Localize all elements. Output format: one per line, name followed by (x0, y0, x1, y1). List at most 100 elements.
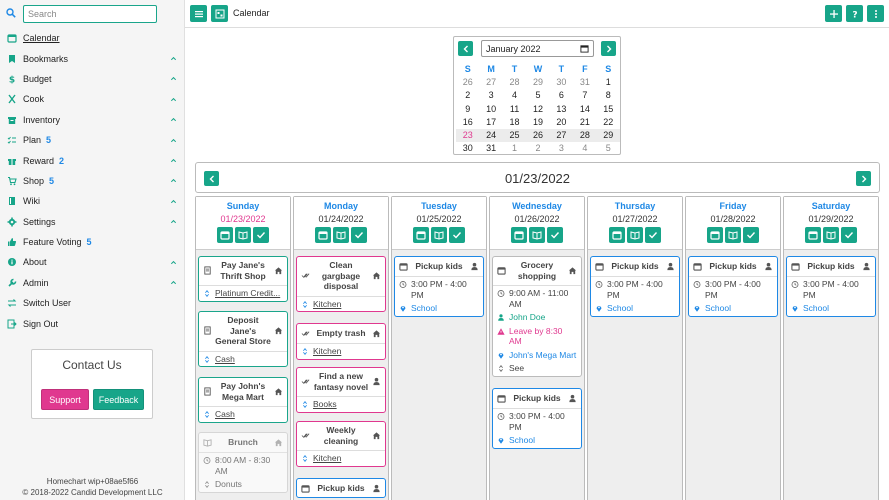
day-cell[interactable]: 24 (479, 129, 502, 142)
day-cell[interactable]: 27 (550, 129, 573, 142)
day-cell[interactable]: 22 (597, 116, 620, 129)
add-meal-button[interactable] (333, 227, 349, 243)
day-cell[interactable]: 14 (573, 103, 596, 116)
day-cell[interactable]: 5 (526, 89, 549, 102)
chevron-up-icon[interactable] (170, 259, 177, 266)
add-event-button[interactable] (217, 227, 233, 243)
day-cell[interactable]: 31 (479, 142, 502, 155)
event-detail[interactable]: Kitchen (313, 453, 341, 464)
day-name[interactable]: Sunday (196, 197, 290, 211)
sidebar-item-budget[interactable]: $ Budget (0, 69, 185, 89)
day-cell[interactable]: 2 (526, 142, 549, 155)
day-cell[interactable]: 7 (573, 89, 596, 102)
day-cell[interactable]: 19 (526, 116, 549, 129)
event-card[interactable]: Pickup kids 3:00 PM - 4:00 PM School (492, 388, 582, 449)
day-cell[interactable]: 11 (503, 103, 526, 116)
add-event-button[interactable] (707, 227, 723, 243)
day-name[interactable]: Tuesday (392, 197, 486, 211)
day-cell[interactable]: 2 (456, 89, 479, 102)
day-cell[interactable]: 31 (573, 76, 596, 89)
day-cell[interactable]: 16 (456, 116, 479, 129)
day-cell[interactable]: 25 (503, 129, 526, 142)
event-detail[interactable]: Cash (215, 354, 235, 365)
day-cell[interactable]: 18 (503, 116, 526, 129)
event-card[interactable]: Pay Jane's Thrift Shop Platinum Credit... (198, 256, 288, 302)
chevron-up-icon[interactable] (170, 137, 177, 144)
feedback-button[interactable]: Feedback (93, 389, 144, 410)
day-cell[interactable]: 15 (597, 103, 620, 116)
day-name[interactable]: Friday (686, 197, 780, 211)
day-cell[interactable]: 26 (526, 129, 549, 142)
chevron-up-icon[interactable] (170, 177, 177, 184)
sidebar-item-inventory[interactable]: Inventory (0, 110, 185, 130)
event-detail[interactable]: Cash (215, 409, 235, 420)
add-meal-button[interactable] (529, 227, 545, 243)
sidebar-item-cook[interactable]: Cook (0, 89, 185, 109)
day-cell[interactable]: 28 (573, 129, 596, 142)
chevron-up-icon[interactable] (170, 279, 177, 286)
event-card[interactable]: Pickup kids 3:00 PM - 4:00 PM School (590, 256, 680, 317)
day-name[interactable]: Saturday (784, 197, 878, 211)
day-cell[interactable]: 12 (526, 103, 549, 116)
add-event-button[interactable] (413, 227, 429, 243)
event-card[interactable]: Pickup kids 3:00 PM - 4:00 PM School (786, 256, 876, 317)
day-cell[interactable]: 6 (550, 89, 573, 102)
event-card[interactable]: Clean gargbage disposal Kitchen (296, 256, 386, 312)
event-detail[interactable]: Books (313, 399, 337, 410)
sidebar-item-wiki[interactable]: Wiki (0, 191, 185, 211)
day-cell[interactable]: 29 (597, 129, 620, 142)
event-card[interactable]: Grocery shopping 9:00 AM - 11:00 AM John D… (492, 256, 582, 377)
event-card[interactable]: Brunch 8:00 AM - 8:30 AM Donuts (198, 432, 288, 493)
day-cell[interactable]: 13 (550, 103, 573, 116)
day-cell[interactable]: 4 (503, 89, 526, 102)
chevron-up-icon[interactable] (170, 116, 177, 123)
add-task-button[interactable] (841, 227, 857, 243)
event-card[interactable]: Deposit Jane's General Store Cash (198, 311, 288, 367)
add-meal-button[interactable] (235, 227, 251, 243)
day-cell[interactable]: 8 (597, 89, 620, 102)
day-cell[interactable]: 28 (503, 76, 526, 89)
add-button[interactable] (825, 5, 842, 22)
event-detail[interactable]: Platinum Credit... (215, 288, 280, 299)
day-name[interactable]: Thursday (588, 197, 682, 211)
day-cell[interactable]: 9 (456, 103, 479, 116)
add-meal-button[interactable] (823, 227, 839, 243)
chevron-up-icon[interactable] (170, 218, 177, 225)
prev-month-button[interactable] (458, 41, 473, 56)
support-button[interactable]: Support (41, 389, 89, 410)
chevron-up-icon[interactable] (170, 55, 177, 62)
day-cell[interactable]: 21 (573, 116, 596, 129)
chevron-up-icon[interactable] (170, 157, 177, 164)
sidebar-item-shop[interactable]: Shop 5 (0, 171, 185, 191)
add-event-button[interactable] (609, 227, 625, 243)
day-cell[interactable]: 23 (456, 129, 479, 142)
day-cell[interactable]: 29 (526, 76, 549, 89)
add-task-button[interactable] (449, 227, 465, 243)
add-meal-button[interactable] (627, 227, 643, 243)
sidebar-item-switch-user[interactable]: Switch User (0, 293, 185, 313)
sidebar-item-reward[interactable]: Reward 2 (0, 150, 185, 170)
chevron-up-icon[interactable] (170, 75, 177, 82)
event-detail[interactable]: Kitchen (313, 299, 341, 310)
event-card[interactable]: Pickup kids (296, 478, 386, 498)
add-task-button[interactable] (743, 227, 759, 243)
next-week-button[interactable] (856, 171, 871, 186)
day-cell[interactable]: 20 (550, 116, 573, 129)
add-task-button[interactable] (253, 227, 269, 243)
more-button[interactable] (867, 5, 884, 22)
add-meal-button[interactable] (431, 227, 447, 243)
event-card[interactable]: Weekly cleaning Kitchen (296, 421, 386, 467)
day-cell[interactable]: 1 (597, 76, 620, 89)
sidebar-item-settings[interactable]: Settings (0, 212, 185, 232)
event-card[interactable]: Empty trash Kitchen (296, 323, 386, 360)
next-month-button[interactable] (601, 41, 616, 56)
add-meal-button[interactable] (725, 227, 741, 243)
menu-button[interactable] (190, 5, 207, 22)
event-card[interactable]: Pickup kids 3:00 PM - 4:00 PM School (394, 256, 484, 317)
day-cell[interactable]: 10 (479, 103, 502, 116)
day-name[interactable]: Wednesday (490, 197, 584, 211)
day-cell[interactable]: 17 (479, 116, 502, 129)
add-task-button[interactable] (645, 227, 661, 243)
add-event-button[interactable] (805, 227, 821, 243)
help-button[interactable]: ? (846, 5, 863, 22)
